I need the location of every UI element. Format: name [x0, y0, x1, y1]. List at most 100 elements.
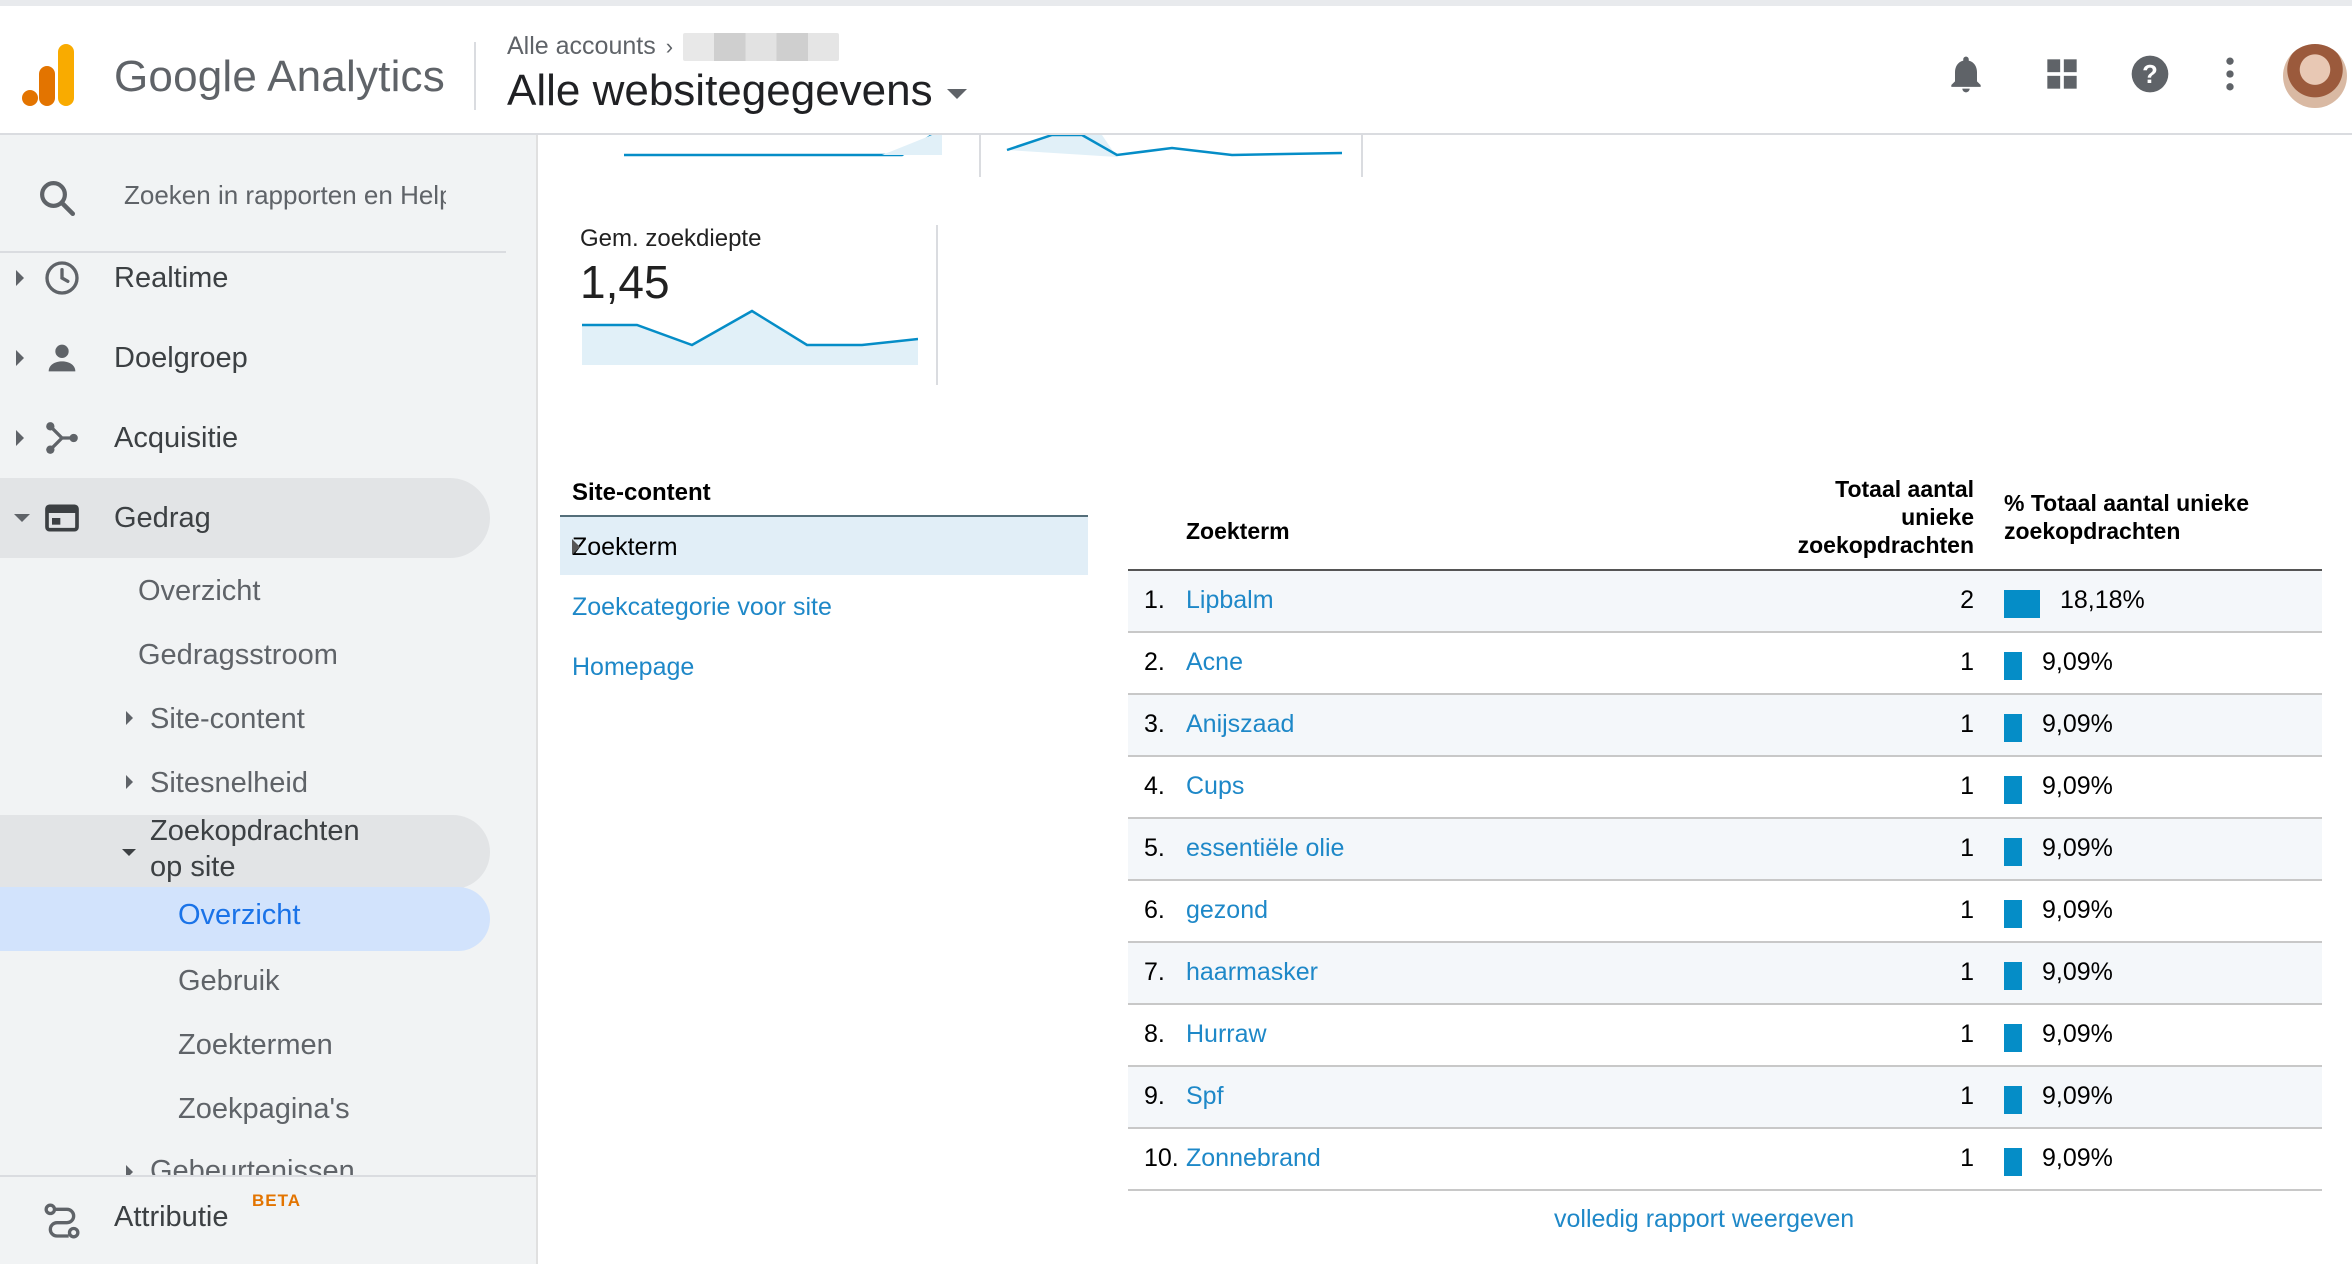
- search-term-link[interactable]: Acne: [1186, 648, 1243, 677]
- sidebar-item-zoekopdrachten-op-site[interactable]: Zoekopdrachten op site: [0, 815, 490, 889]
- sidebar-item-zoektermen[interactable]: Zoektermen: [178, 1029, 333, 1062]
- percentage-value: 9,09%: [2042, 958, 2113, 986]
- person-icon: [48, 344, 76, 372]
- expand-arrow-icon[interactable]: [16, 430, 24, 446]
- sidebar-item-label: Acquisitie: [114, 421, 239, 454]
- expand-arrow-icon[interactable]: [16, 270, 24, 286]
- analytics-logo-icon[interactable]: [22, 44, 78, 106]
- metric-card-zoekdiepte: Gem. zoekdiepte 1,45: [580, 225, 938, 385]
- avatar[interactable]: [2283, 44, 2347, 108]
- row-rank: 4.: [1144, 772, 1165, 800]
- table-row: 5. essentiële olie 1 9,09%: [1128, 819, 2322, 881]
- header-divider: [474, 42, 476, 110]
- percentage-bar: [2004, 900, 2022, 928]
- search-term-link[interactable]: Anijszaad: [1186, 710, 1294, 739]
- sidebar-item-overzicht[interactable]: Overzicht: [138, 575, 260, 608]
- acquisition-icon: [46, 422, 78, 454]
- search-term-link[interactable]: Zonnebrand: [1186, 1144, 1321, 1173]
- property-title: Alle websitegegevens: [507, 66, 933, 115]
- percentage-value: 9,09%: [2042, 710, 2113, 738]
- sidebar-item-sitesnelheid[interactable]: Sitesnelheid: [150, 767, 308, 800]
- search-icon: [40, 181, 76, 217]
- breadcrumb[interactable]: Alle accounts ›: [507, 32, 840, 61]
- sidebar-item-site-content[interactable]: Site-content: [150, 703, 305, 736]
- search-term-link[interactable]: Cups: [1186, 772, 1244, 801]
- column-header-total-l2: unieke: [1901, 504, 1974, 530]
- column-header-pct-l2: zoekopdrachten: [2004, 518, 2181, 544]
- row-rank: 7.: [1144, 958, 1165, 986]
- row-rank: 3.: [1144, 710, 1165, 738]
- row-rank: 1.: [1144, 586, 1165, 614]
- search-term-link[interactable]: Hurraw: [1186, 1020, 1267, 1049]
- search-term-link[interactable]: Lipbalm: [1186, 586, 1274, 615]
- table-row: 2. Acne 1 9,09%: [1128, 633, 2322, 695]
- collapse-arrow-icon[interactable]: [122, 849, 136, 856]
- help-icon[interactable]: ?: [2128, 52, 2172, 96]
- dimension-label: Zoekterm: [572, 533, 678, 561]
- table-row: 6. gezond 1 9,09%: [1128, 881, 2322, 943]
- percentage-bar: [2004, 1148, 2022, 1176]
- search-input[interactable]: [124, 175, 446, 215]
- row-rank: 10.: [1144, 1144, 1179, 1172]
- column-header-zoekterm: Zoekterm: [1186, 518, 1290, 544]
- app-name[interactable]: Google Analytics: [114, 52, 445, 102]
- expand-arrow-icon[interactable]: [126, 711, 133, 725]
- unique-searches-count: 1: [1960, 958, 1974, 986]
- sidebar-item-zoek-overzicht[interactable]: Overzicht: [0, 887, 490, 951]
- metric-label: Gem. zoekdiepte: [580, 225, 762, 252]
- search-term-link[interactable]: gezond: [1186, 896, 1268, 925]
- dimension-zoekcategorie-link[interactable]: Zoekcategorie voor site: [572, 593, 832, 622]
- sidebar-item-realtime[interactable]: Realtime: [0, 238, 490, 318]
- breadcrumb-root[interactable]: Alle accounts: [507, 32, 656, 61]
- table-row: 4. Cups 1 9,09%: [1128, 757, 2322, 819]
- search-term-link[interactable]: Spf: [1186, 1082, 1224, 1111]
- chevron-right-icon: [572, 539, 580, 555]
- more-vert-icon[interactable]: [2208, 52, 2252, 96]
- sidebar-item-label: Zoekopdrachten: [150, 815, 360, 847]
- full-report-link[interactable]: volledig rapport weergeven: [1554, 1205, 1854, 1234]
- sidebar-search: [0, 135, 506, 253]
- sidebar-item-gedrag[interactable]: Gedrag: [0, 478, 490, 558]
- percentage-bar: [2004, 838, 2022, 866]
- search-term-link[interactable]: essentiële olie: [1186, 834, 1344, 863]
- table-row: 1. Lipbalm 2 18,18%: [1128, 571, 2322, 633]
- bell-icon[interactable]: [1944, 52, 1988, 96]
- unique-searches-count: 1: [1960, 1144, 1974, 1172]
- percentage-bar: [2004, 776, 2022, 804]
- percentage-bar: [2004, 652, 2022, 680]
- row-rank: 2.: [1144, 648, 1165, 676]
- unique-searches-count: 1: [1960, 1082, 1974, 1110]
- table-row: 8. Hurraw 1 9,09%: [1128, 1005, 2322, 1067]
- sidebar-item-acquisitie[interactable]: Acquisitie: [0, 398, 490, 478]
- collapse-arrow-icon[interactable]: [14, 514, 30, 522]
- main-content: Gem. zoekdiepte 1,45 Site-content Zoekte…: [540, 135, 2352, 1264]
- column-header-total-l1: Totaal aantal: [1835, 476, 1974, 502]
- sidebar-item-zoekpaginas[interactable]: Zoekpagina's: [178, 1093, 350, 1126]
- percentage-value: 9,09%: [2042, 1082, 2113, 1110]
- search-term-link[interactable]: haarmasker: [1186, 958, 1318, 987]
- metric-value: 1,45: [580, 256, 670, 308]
- row-rank: 5.: [1144, 834, 1165, 862]
- dimension-zoekterm[interactable]: Zoekterm: [560, 515, 1088, 575]
- sidebar-item-gedragsstroom[interactable]: Gedragsstroom: [138, 639, 338, 672]
- sidebar-item-gebruik[interactable]: Gebruik: [178, 965, 280, 998]
- expand-arrow-icon[interactable]: [16, 350, 24, 366]
- attribution-icon: [44, 1203, 80, 1239]
- top-header: Google Analytics Alle accounts › Alle we…: [0, 0, 2352, 135]
- table-body: 1. Lipbalm 2 18,18% 2. Acne 1 9,09% 3. Anijszaad 1…: [1128, 571, 2322, 1191]
- apps-grid-icon[interactable]: [2040, 52, 2084, 96]
- row-rank: 8.: [1144, 1020, 1165, 1048]
- sidebar-item-label: Gedrag: [114, 501, 211, 534]
- caret-down-icon: [946, 89, 967, 99]
- expand-arrow-icon[interactable]: [126, 775, 133, 789]
- clock-icon: [45, 261, 79, 295]
- redacted-account-name[interactable]: [683, 32, 840, 61]
- dimension-homepage-link[interactable]: Homepage: [572, 653, 694, 682]
- sidebar-item-label: Realtime: [114, 261, 229, 294]
- unique-searches-count: 1: [1960, 896, 1974, 924]
- row-rank: 6.: [1144, 896, 1165, 924]
- sidebar-item-doelgroep[interactable]: Doelgroep: [0, 318, 490, 398]
- property-selector[interactable]: Alle websitegegevens: [507, 66, 967, 116]
- unique-searches-count: 1: [1960, 772, 1974, 800]
- sidebar-item-attributie[interactable]: Attributie BETA: [0, 1175, 536, 1264]
